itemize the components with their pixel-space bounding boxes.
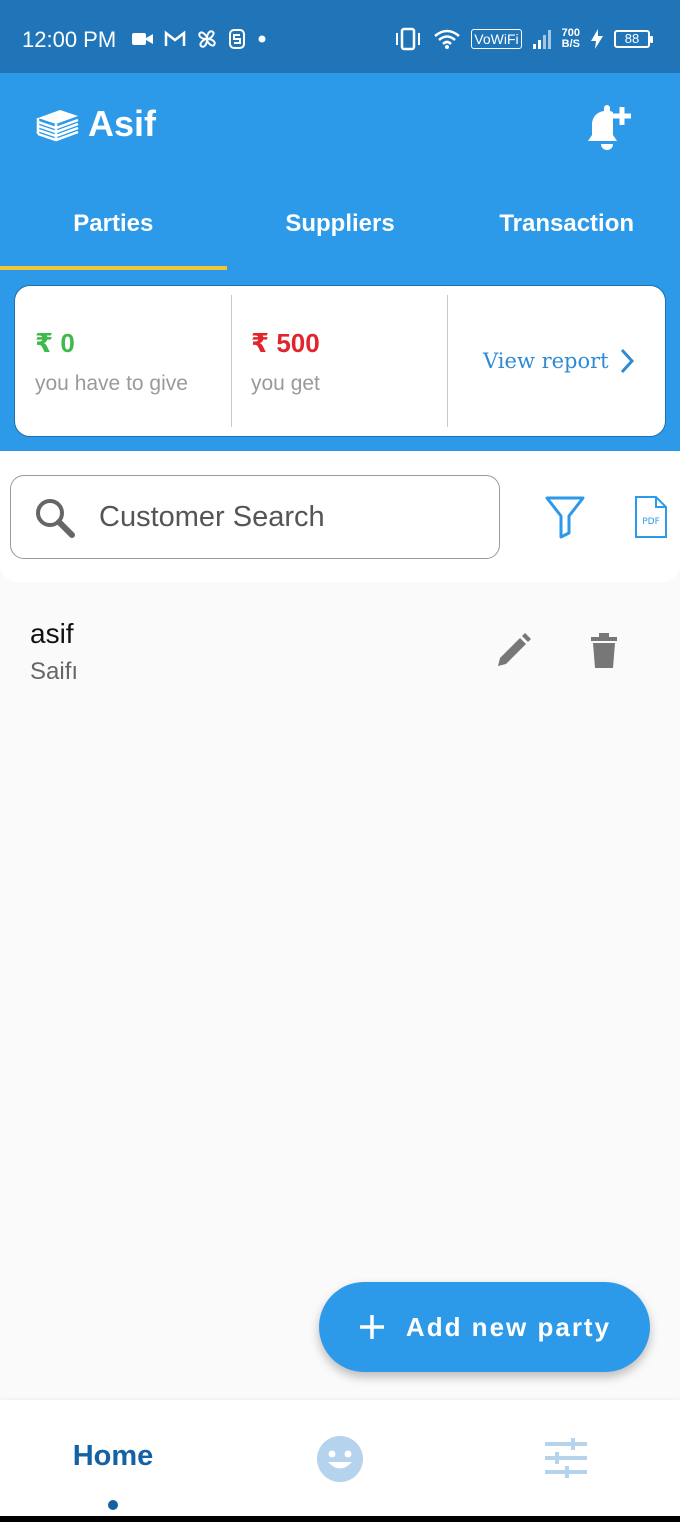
party-subtitle: Saifı (30, 658, 79, 685)
search-icon (36, 499, 75, 538)
tab-bar: Parties Suppliers Transaction (0, 198, 680, 270)
smiley-face-icon[interactable] (316, 1435, 364, 1483)
get-summary: ₹ 500 you get (231, 286, 447, 436)
get-label: you get (251, 372, 320, 395)
app-title: Asif (88, 103, 157, 144)
view-report-cell: View report (447, 286, 663, 436)
search-section: PDF (0, 451, 680, 582)
give-summary: ₹ 0 you have to give (15, 286, 231, 436)
tab-suppliers[interactable]: Suppliers (227, 198, 454, 270)
charging-icon (591, 29, 603, 49)
pdf-icon-text: PDF (642, 517, 660, 527)
tab-parties[interactable]: Parties (0, 198, 227, 270)
network-speed: 700 B/S (562, 28, 580, 50)
signal-icon (532, 30, 551, 49)
system-icons: VoWiFi 700 B/S 88 (393, 24, 653, 54)
search-box[interactable] (10, 475, 500, 559)
tab-transaction[interactable]: Transaction (453, 198, 680, 270)
battery-indicator: 88 (614, 30, 653, 48)
brand: Asif (34, 103, 156, 145)
gmail-icon (164, 30, 186, 46)
edit-pencil-icon[interactable] (494, 632, 532, 670)
balance-summary-card: ₹ 0 you have to give ₹ 500 you get View … (14, 285, 666, 437)
get-amount: ₹ 500 (251, 328, 320, 358)
bottom-navigation: Home (0, 1400, 680, 1516)
nav-active-indicator (108, 1500, 118, 1510)
party-name: asif (30, 618, 74, 649)
settings-sliders-icon[interactable] (543, 1437, 589, 1479)
plus-icon (359, 1315, 384, 1339)
chevron-right-icon (620, 348, 634, 374)
pinwheel-icon (198, 30, 216, 48)
dot-icon (258, 35, 266, 43)
video-camera-icon (132, 33, 153, 45)
add-new-party-button[interactable]: Add new party (319, 1282, 650, 1372)
customer-search-input[interactable] (99, 494, 479, 540)
vibrate-icon (396, 27, 421, 51)
party-list-item[interactable]: asif Saifı (0, 600, 680, 700)
view-report-label: View report (483, 349, 609, 373)
notification-icons (132, 26, 268, 52)
give-label: you have to give (35, 372, 188, 395)
view-report-link[interactable]: View report (483, 347, 635, 375)
pdf-export-icon[interactable]: PDF (634, 495, 668, 539)
app-s-icon (229, 29, 245, 49)
give-amount: ₹ 0 (35, 328, 75, 358)
vowifi-badge: VoWiFi (471, 29, 522, 49)
network-speed-unit: B/S (561, 38, 580, 50)
wifi-icon (434, 29, 461, 49)
filter-icon[interactable] (544, 495, 586, 539)
nav-home[interactable]: Home (50, 1440, 176, 1473)
app-screen: 12:00 PM VoWiFi 700 B/S 88 Asif Parties … (0, 0, 680, 1516)
status-bar: 12:00 PM VoWiFi 700 B/S 88 (0, 0, 680, 73)
add-reminder-bell-icon[interactable] (582, 103, 634, 153)
app-bar: Asif Parties Suppliers Transaction (0, 73, 680, 270)
status-time: 12:00 PM (22, 27, 117, 52)
ledger-book-icon (36, 110, 79, 142)
delete-trash-icon[interactable] (588, 632, 620, 670)
add-new-party-label: Add new party (405, 1311, 612, 1342)
